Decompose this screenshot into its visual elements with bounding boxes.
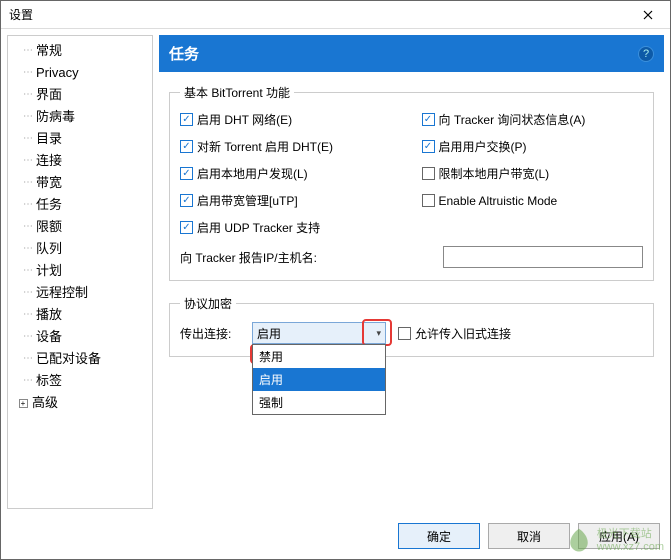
option-enable[interactable]: 启用: [253, 368, 385, 391]
checkbox-new-dht[interactable]: [180, 140, 193, 153]
option-force[interactable]: 强制: [253, 391, 385, 414]
close-icon: [643, 10, 653, 20]
checkbox-pex[interactable]: [422, 140, 435, 153]
label-outgoing: 传出连接:: [180, 325, 240, 342]
sidebar-item-advanced[interactable]: +高级: [10, 392, 150, 414]
sidebar-item-ui[interactable]: ⋯界面: [10, 84, 150, 106]
sidebar-item-queue[interactable]: ⋯队列: [10, 238, 150, 260]
input-tracker-ip[interactable]: [443, 246, 643, 268]
close-button[interactable]: [628, 2, 668, 28]
label-utp: 启用带宽管理[uTP]: [197, 192, 298, 209]
sidebar-item-directory[interactable]: ⋯目录: [10, 128, 150, 150]
checkbox-tracker-status[interactable]: [422, 113, 435, 126]
label-udp-tracker: 启用 UDP Tracker 支持: [197, 219, 320, 236]
sidebar-item-devices[interactable]: ⋯设备: [10, 326, 150, 348]
cancel-button[interactable]: 取消: [488, 523, 570, 549]
option-disable[interactable]: 禁用: [253, 345, 385, 368]
sidebar-item-bandwidth[interactable]: ⋯带宽: [10, 172, 150, 194]
sidebar-item-connection[interactable]: ⋯连接: [10, 150, 150, 172]
sidebar-item-paired[interactable]: ⋯已配对设备: [10, 348, 150, 370]
label-tracker-ip: 向 Tracker 报告IP/主机名:: [180, 249, 317, 266]
sidebar-item-privacy[interactable]: ⋯Privacy: [10, 62, 150, 84]
chevron-down-icon: ▾: [376, 328, 381, 339]
expand-icon[interactable]: +: [16, 396, 30, 410]
sidebar-item-labels[interactable]: ⋯标签: [10, 370, 150, 392]
checkbox-lpd[interactable]: [180, 167, 193, 180]
sidebar-item-general[interactable]: ⋯常规: [10, 40, 150, 62]
apply-button[interactable]: 应用(A): [578, 523, 660, 549]
dropdown-outgoing: 禁用 启用 强制: [252, 344, 386, 415]
button-bar: 确定 取消 应用(A): [1, 515, 670, 559]
content-area: ⋯常规 ⋯Privacy ⋯界面 ⋯防病毒 ⋯目录 ⋯连接 ⋯带宽 ⋯任务 ⋯限…: [1, 29, 670, 515]
combo-outgoing[interactable]: 启用 ▾: [252, 322, 386, 344]
label-new-dht: 对新 Torrent 启用 DHT(E): [197, 138, 333, 155]
help-icon[interactable]: ?: [638, 46, 654, 62]
sidebar-item-remote[interactable]: ⋯远程控制: [10, 282, 150, 304]
label-legacy: 允许传入旧式连接: [415, 325, 511, 342]
checkbox-legacy[interactable]: [398, 327, 411, 340]
panel-header: 任务 ?: [159, 35, 664, 72]
label-altruistic: Enable Altruistic Mode: [439, 194, 558, 208]
checkbox-udp-tracker[interactable]: [180, 221, 193, 234]
titlebar: 设置: [1, 1, 670, 29]
sidebar-item-quota[interactable]: ⋯限额: [10, 216, 150, 238]
label-tracker-status: 向 Tracker 询问状态信息(A): [439, 111, 586, 128]
label-dht: 启用 DHT 网络(E): [197, 111, 292, 128]
group-bittorrent: 基本 BitTorrent 功能 启用 DHT 网络(E) 向 Tracker …: [169, 84, 654, 281]
sidebar: ⋯常规 ⋯Privacy ⋯界面 ⋯防病毒 ⋯目录 ⋯连接 ⋯带宽 ⋯任务 ⋯限…: [7, 35, 153, 509]
label-limit-lpd: 限制本地用户带宽(L): [439, 165, 550, 182]
label-lpd: 启用本地用户发现(L): [197, 165, 308, 182]
checkbox-altruistic[interactable]: [422, 194, 435, 207]
sidebar-item-task[interactable]: ⋯任务: [10, 194, 150, 216]
checkbox-limit-lpd[interactable]: [422, 167, 435, 180]
sidebar-item-playback[interactable]: ⋯播放: [10, 304, 150, 326]
checkbox-utp[interactable]: [180, 194, 193, 207]
sidebar-item-antivirus[interactable]: ⋯防病毒: [10, 106, 150, 128]
window-title: 设置: [9, 6, 33, 23]
label-pex: 启用用户交换(P): [439, 138, 527, 155]
settings-window: 设置 ⋯常规 ⋯Privacy ⋯界面 ⋯防病毒 ⋯目录 ⋯连接 ⋯带宽 ⋯任务…: [0, 0, 671, 560]
panel-body: 基本 BitTorrent 功能 启用 DHT 网络(E) 向 Tracker …: [159, 72, 664, 509]
main-panel: 任务 ? 基本 BitTorrent 功能 启用 DHT 网络(E) 向 Tra…: [159, 35, 664, 509]
checkbox-dht[interactable]: [180, 113, 193, 126]
panel-title: 任务: [169, 43, 199, 64]
group-encryption: 协议加密 传出连接: 启用 ▾ 允许传入旧式连接: [169, 295, 654, 357]
combo-outgoing-value: 启用: [257, 325, 281, 342]
group-encryption-legend: 协议加密: [180, 295, 236, 312]
ok-button[interactable]: 确定: [398, 523, 480, 549]
sidebar-item-schedule[interactable]: ⋯计划: [10, 260, 150, 282]
group-bittorrent-legend: 基本 BitTorrent 功能: [180, 84, 294, 101]
